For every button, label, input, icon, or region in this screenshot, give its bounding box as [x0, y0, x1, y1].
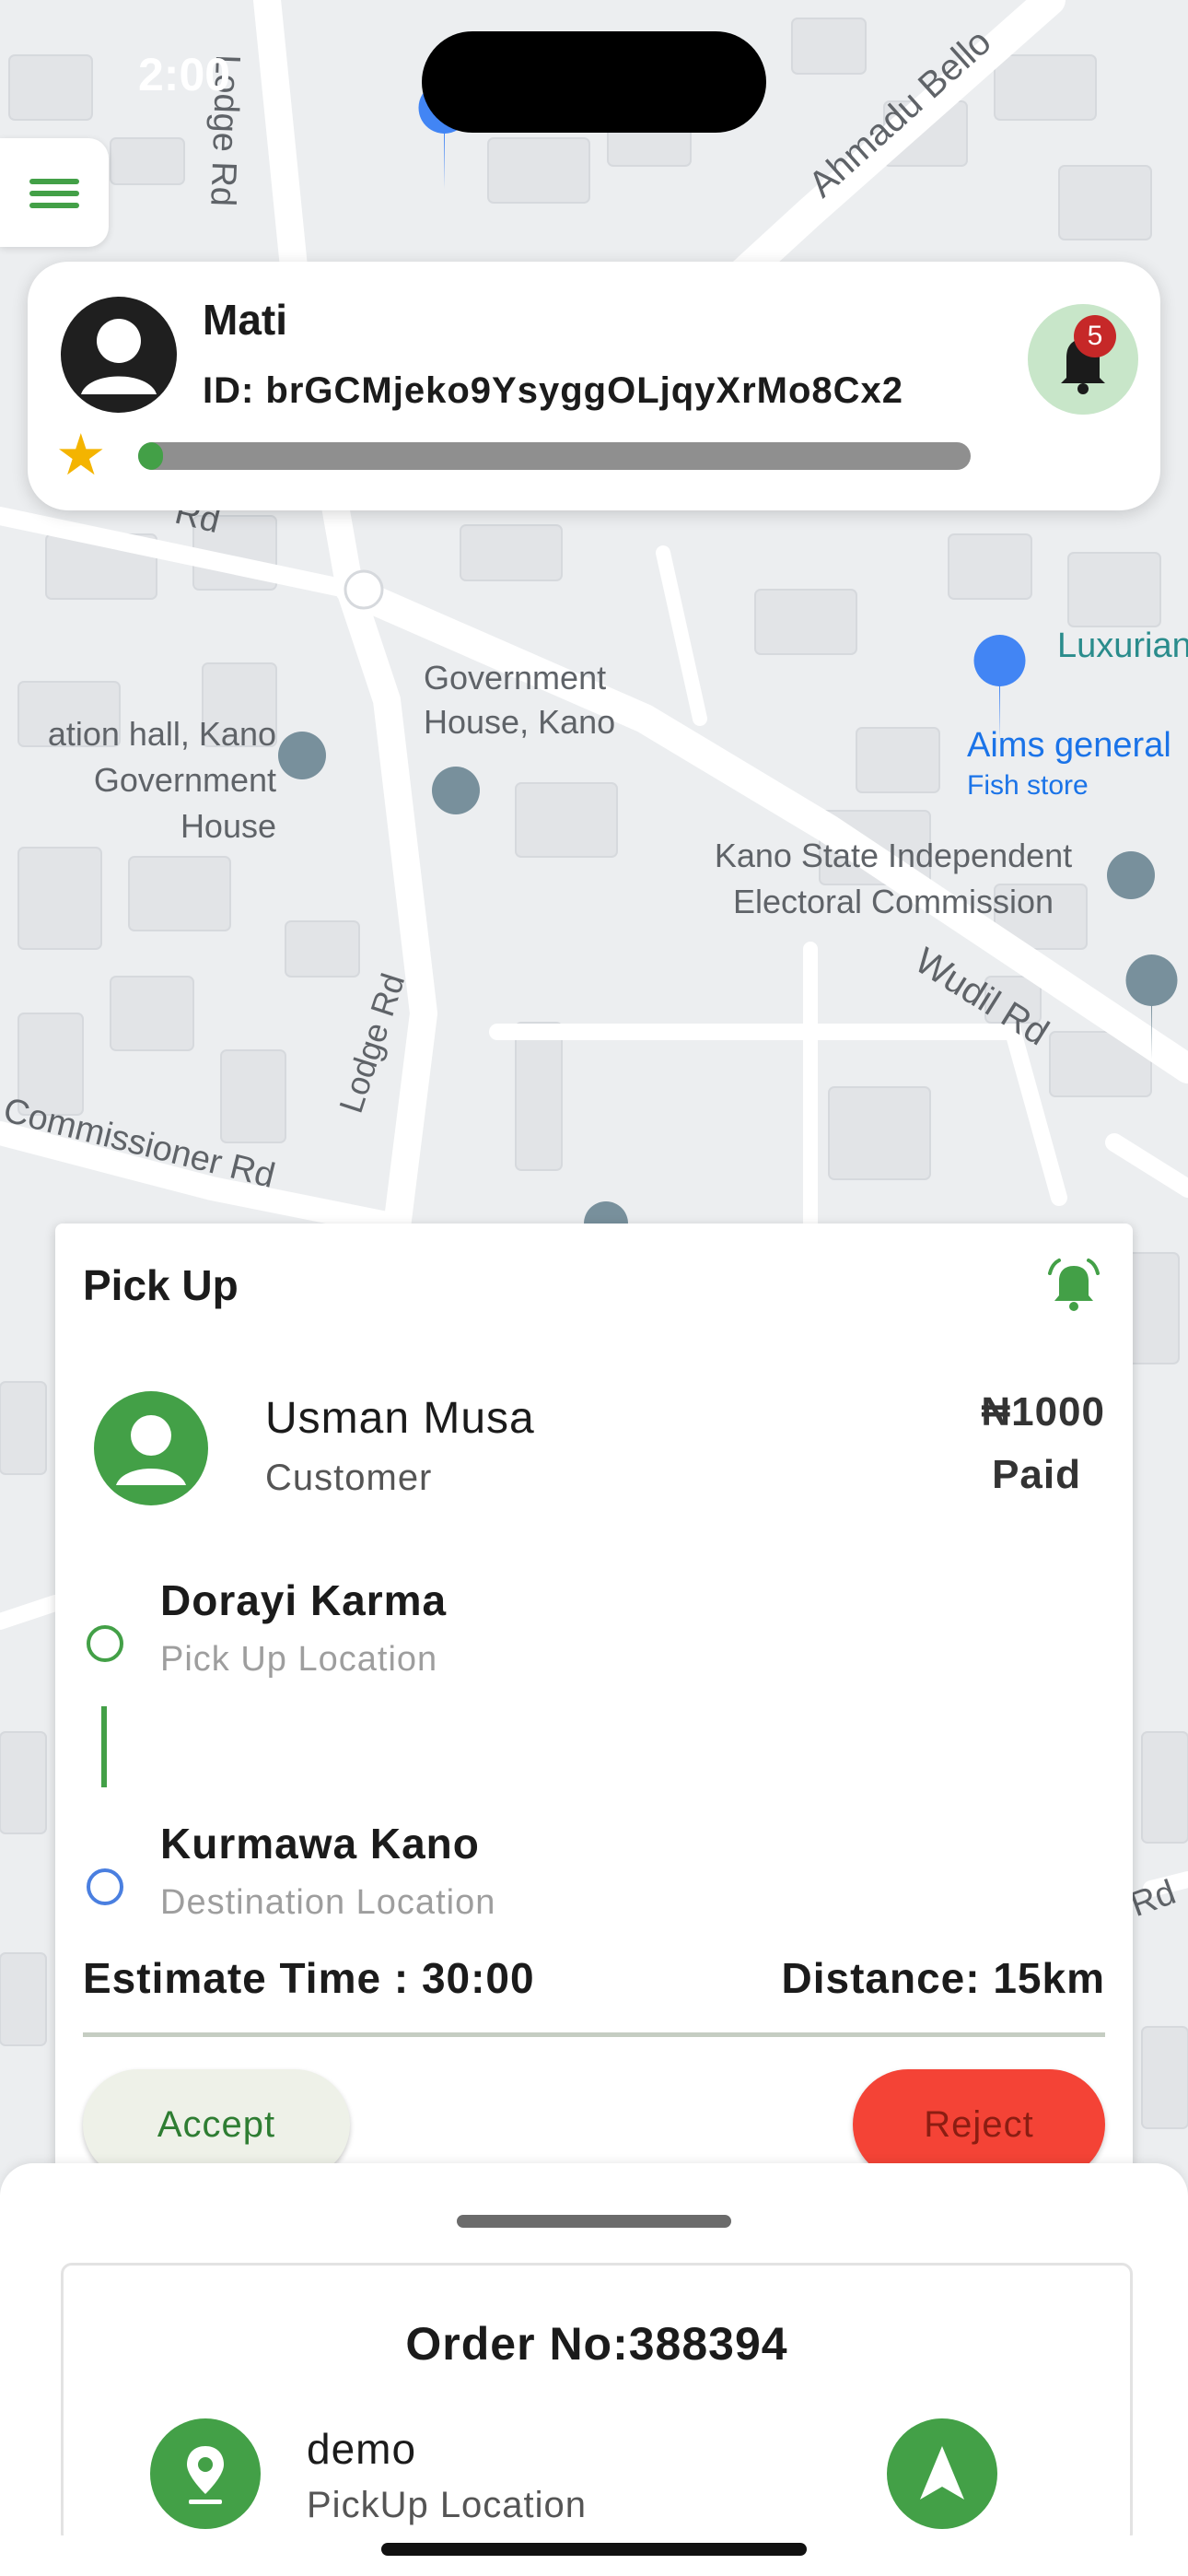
rating-progress-fill: [138, 442, 164, 470]
destination-location-label: Destination Location: [160, 1883, 496, 1922]
route-line: [101, 1706, 107, 1787]
payment-status: Paid: [992, 1452, 1081, 1497]
pickup-request-card: Pick Up Usman Musa Customer ₦1000 Paid D…: [55, 1224, 1133, 2219]
user-icon: [81, 319, 157, 394]
customer-name: Usman Musa: [265, 1394, 535, 1443]
order-location-name: demo: [307, 2425, 417, 2473]
home-indicator[interactable]: [381, 2543, 807, 2556]
bottom-safe-area: [0, 2535, 1188, 2576]
dynamic-island: [422, 31, 766, 133]
place-label: Government House, Kano: [424, 659, 616, 741]
alarm-bell-icon[interactable]: [1042, 1253, 1105, 1316]
user-icon: [116, 1415, 186, 1485]
pickup-ring-icon: [87, 1625, 123, 1662]
place-label: ation hall, Kano Government House: [47, 715, 276, 845]
status-time: 2:00: [138, 49, 231, 100]
order-card: Order No:388394 demo PickUp Location: [61, 2263, 1133, 2545]
star-icon: ★: [55, 424, 107, 487]
pickup-location-label: Pick Up Location: [160, 1640, 438, 1679]
customer-role: Customer: [265, 1458, 433, 1498]
customer-avatar: [94, 1391, 208, 1505]
location-pin-icon: [187, 2446, 224, 2504]
order-location-label: PickUp Location: [307, 2485, 588, 2525]
avatar: [61, 297, 177, 413]
destination-ring-icon: [87, 1868, 123, 1905]
fare-amount: ₦1000: [981, 1389, 1105, 1434]
distance: Distance: 15km: [781, 1954, 1105, 2002]
order-number: Order No:388394: [405, 2318, 788, 2370]
place-label: Luxurian: [1057, 626, 1188, 665]
driver-profile-card: Mati ID: brGCMjeko9YsyggOLjqyXrMo8Cx2 ★ …: [28, 262, 1160, 510]
notification-badge: 5: [1074, 315, 1116, 357]
place-label: Aims general: [967, 726, 1171, 765]
rating-progress-bar: [138, 442, 971, 470]
sheet-drag-handle[interactable]: [457, 2215, 731, 2228]
estimate-time: Estimate Time : 30:00: [83, 1954, 535, 2002]
pickup-location-button[interactable]: [150, 2418, 261, 2529]
card-title: Pick Up: [83, 1261, 239, 1309]
place-label: Kano State Independent Electoral Commiss…: [714, 837, 1073, 920]
destination-location-name: Kurmawa Kano: [160, 1820, 480, 1868]
driver-id: ID: brGCMjeko9YsyggOLjqyXrMo8Cx2: [203, 370, 904, 411]
place-label: Fish store: [967, 770, 1089, 801]
driver-name: Mati: [203, 296, 287, 344]
navigation-arrow-icon: [920, 2446, 964, 2500]
menu-button[interactable]: [0, 138, 109, 247]
navigate-button[interactable]: [887, 2418, 997, 2529]
divider: [83, 2032, 1105, 2037]
pickup-location-name: Dorayi Karma: [160, 1576, 448, 1624]
